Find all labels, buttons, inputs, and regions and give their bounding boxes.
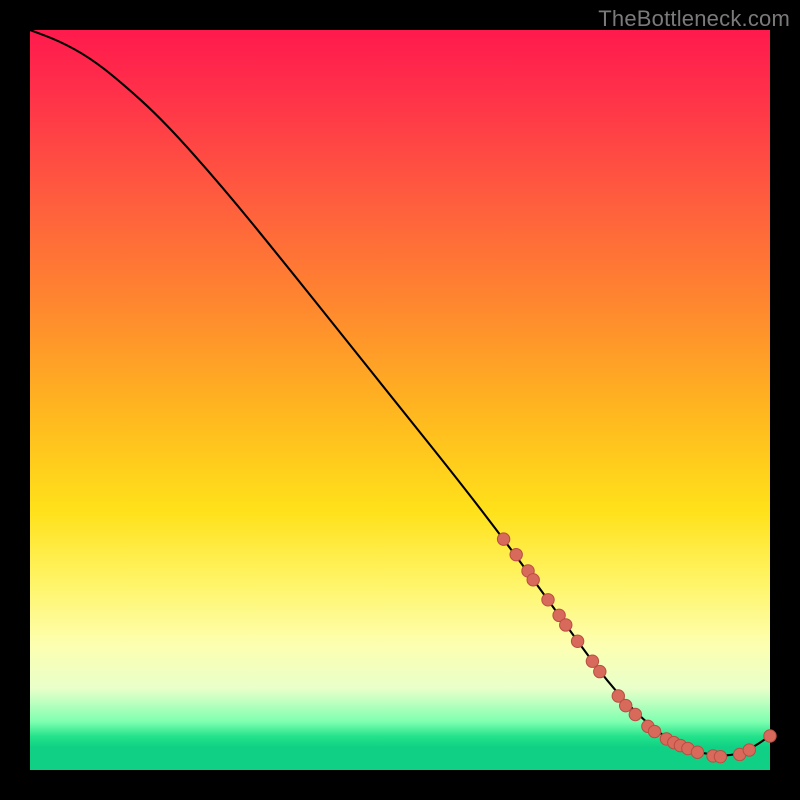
watermark-text: TheBottleneck.com xyxy=(598,6,790,32)
data-markers xyxy=(497,533,776,763)
data-marker xyxy=(764,730,776,742)
data-marker xyxy=(743,744,755,756)
data-marker xyxy=(620,699,632,711)
data-marker xyxy=(586,655,598,667)
data-marker xyxy=(542,594,554,606)
data-marker xyxy=(594,665,606,677)
data-marker xyxy=(648,725,660,737)
data-marker xyxy=(560,619,572,631)
bottleneck-curve xyxy=(30,30,770,755)
data-marker xyxy=(691,746,703,758)
curve-layer xyxy=(30,30,770,770)
data-marker xyxy=(629,708,641,720)
chart-stage: TheBottleneck.com xyxy=(0,0,800,800)
data-marker xyxy=(510,548,522,560)
data-marker xyxy=(714,750,726,762)
plot-area xyxy=(30,30,770,770)
data-marker xyxy=(527,574,539,586)
data-marker xyxy=(571,635,583,647)
data-marker xyxy=(497,533,509,545)
